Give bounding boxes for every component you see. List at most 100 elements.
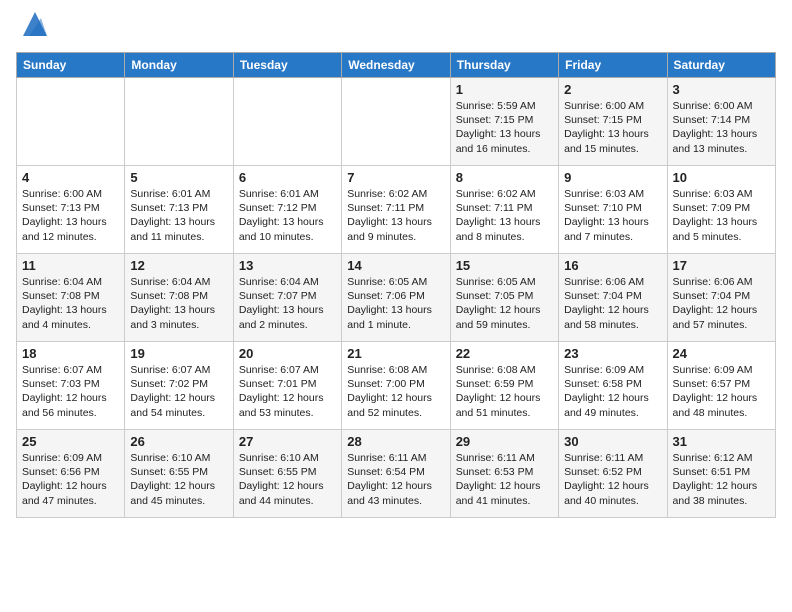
day-info: Sunrise: 6:07 AM <box>130 363 227 377</box>
day-info: Sunrise: 6:06 AM <box>564 275 661 289</box>
day-info: Daylight: 13 hours and 16 minutes. <box>456 127 553 155</box>
day-info: Daylight: 13 hours and 9 minutes. <box>347 215 444 243</box>
column-header-friday: Friday <box>559 53 667 78</box>
day-number: 5 <box>130 170 227 185</box>
day-number: 1 <box>456 82 553 97</box>
column-header-wednesday: Wednesday <box>342 53 450 78</box>
day-info: Sunrise: 6:10 AM <box>130 451 227 465</box>
day-number: 24 <box>673 346 770 361</box>
calendar-cell: 15Sunrise: 6:05 AMSunset: 7:05 PMDayligh… <box>450 254 558 342</box>
day-number: 8 <box>456 170 553 185</box>
day-info: Sunrise: 6:05 AM <box>347 275 444 289</box>
calendar-cell: 8Sunrise: 6:02 AMSunset: 7:11 PMDaylight… <box>450 166 558 254</box>
day-info: Daylight: 12 hours and 45 minutes. <box>130 479 227 507</box>
day-info: Sunset: 6:54 PM <box>347 465 444 479</box>
calendar-cell: 27Sunrise: 6:10 AMSunset: 6:55 PMDayligh… <box>233 430 341 518</box>
page-header <box>16 16 776 40</box>
day-info: Sunrise: 6:01 AM <box>130 187 227 201</box>
day-info: Sunrise: 6:07 AM <box>239 363 336 377</box>
day-info: Sunrise: 6:11 AM <box>347 451 444 465</box>
day-number: 9 <box>564 170 661 185</box>
calendar-cell: 18Sunrise: 6:07 AMSunset: 7:03 PMDayligh… <box>17 342 125 430</box>
day-info: Sunrise: 6:00 AM <box>22 187 119 201</box>
day-number: 7 <box>347 170 444 185</box>
day-info: Daylight: 12 hours and 41 minutes. <box>456 479 553 507</box>
day-number: 16 <box>564 258 661 273</box>
day-info: Sunrise: 6:01 AM <box>239 187 336 201</box>
column-header-sunday: Sunday <box>17 53 125 78</box>
calendar-cell: 2Sunrise: 6:00 AMSunset: 7:15 PMDaylight… <box>559 78 667 166</box>
day-info: Daylight: 13 hours and 11 minutes. <box>130 215 227 243</box>
calendar-cell: 29Sunrise: 6:11 AMSunset: 6:53 PMDayligh… <box>450 430 558 518</box>
day-info: Daylight: 13 hours and 13 minutes. <box>673 127 770 155</box>
day-info: Sunset: 7:15 PM <box>456 113 553 127</box>
day-info: Daylight: 12 hours and 57 minutes. <box>673 303 770 331</box>
day-info: Daylight: 12 hours and 59 minutes. <box>456 303 553 331</box>
calendar-cell: 31Sunrise: 6:12 AMSunset: 6:51 PMDayligh… <box>667 430 775 518</box>
column-header-monday: Monday <box>125 53 233 78</box>
day-number: 10 <box>673 170 770 185</box>
calendar-cell: 16Sunrise: 6:06 AMSunset: 7:04 PMDayligh… <box>559 254 667 342</box>
week-row-1: 1Sunrise: 5:59 AMSunset: 7:15 PMDaylight… <box>17 78 776 166</box>
day-info: Daylight: 12 hours and 53 minutes. <box>239 391 336 419</box>
day-info: Sunset: 6:58 PM <box>564 377 661 391</box>
calendar-header-row: SundayMondayTuesdayWednesdayThursdayFrid… <box>17 53 776 78</box>
day-info: Sunrise: 6:04 AM <box>22 275 119 289</box>
day-info: Sunrise: 6:06 AM <box>673 275 770 289</box>
day-info: Sunset: 7:08 PM <box>130 289 227 303</box>
day-info: Sunset: 6:55 PM <box>130 465 227 479</box>
day-info: Daylight: 13 hours and 12 minutes. <box>22 215 119 243</box>
day-info: Sunset: 6:56 PM <box>22 465 119 479</box>
day-info: Daylight: 12 hours and 52 minutes. <box>347 391 444 419</box>
calendar-cell: 10Sunrise: 6:03 AMSunset: 7:09 PMDayligh… <box>667 166 775 254</box>
day-info: Sunset: 7:07 PM <box>239 289 336 303</box>
day-info: Sunset: 7:03 PM <box>22 377 119 391</box>
column-header-thursday: Thursday <box>450 53 558 78</box>
day-number: 6 <box>239 170 336 185</box>
calendar-cell: 5 Sunrise: 6:01 AMSunset: 7:13 PMDaylight… <box>125 166 233 254</box>
day-info: Daylight: 13 hours and 1 minute. <box>347 303 444 331</box>
day-number: 12 <box>130 258 227 273</box>
calendar-table: SundayMondayTuesdayWednesdayThursdayFrid… <box>16 52 776 518</box>
calendar-cell <box>125 78 233 166</box>
day-info: Daylight: 13 hours and 7 minutes. <box>564 215 661 243</box>
calendar-cell: 9Sunrise: 6:03 AMSunset: 7:10 PMDaylight… <box>559 166 667 254</box>
day-number: 13 <box>239 258 336 273</box>
day-number: 27 <box>239 434 336 449</box>
day-info: Sunrise: 5:59 AM <box>456 99 553 113</box>
day-info: Sunrise: 6:05 AM <box>456 275 553 289</box>
day-number: 17 <box>673 258 770 273</box>
day-number: 23 <box>564 346 661 361</box>
day-info: Sunset: 7:04 PM <box>673 289 770 303</box>
calendar-cell: 23Sunrise: 6:09 AMSunset: 6:58 PMDayligh… <box>559 342 667 430</box>
day-info: Sunrise: 6:09 AM <box>22 451 119 465</box>
day-info: Sunset: 7:06 PM <box>347 289 444 303</box>
day-info: Daylight: 12 hours and 44 minutes. <box>239 479 336 507</box>
day-info: Sunrise: 6:00 AM <box>564 99 661 113</box>
day-info: Sunrise: 6:07 AM <box>22 363 119 377</box>
day-info: Sunset: 7:11 PM <box>347 201 444 215</box>
day-info: Daylight: 13 hours and 10 minutes. <box>239 215 336 243</box>
day-info: Sunrise: 6:04 AM <box>130 275 227 289</box>
day-info: Sunset: 7:04 PM <box>564 289 661 303</box>
day-info: Daylight: 12 hours and 54 minutes. <box>130 391 227 419</box>
day-info: Sunset: 7:08 PM <box>22 289 119 303</box>
calendar-cell: 12Sunrise: 6:04 AMSunset: 7:08 PMDayligh… <box>125 254 233 342</box>
day-number: 3 <box>673 82 770 97</box>
week-row-4: 18Sunrise: 6:07 AMSunset: 7:03 PMDayligh… <box>17 342 776 430</box>
calendar-cell: 17 Sunrise: 6:06 AMSunset: 7:04 PMDayligh… <box>667 254 775 342</box>
day-info: Daylight: 13 hours and 8 minutes. <box>456 215 553 243</box>
day-number: 28 <box>347 434 444 449</box>
week-row-5: 25Sunrise: 6:09 AMSunset: 6:56 PMDayligh… <box>17 430 776 518</box>
week-row-3: 11Sunrise: 6:04 AMSunset: 7:08 PMDayligh… <box>17 254 776 342</box>
day-info: Sunset: 6:59 PM <box>456 377 553 391</box>
calendar-cell <box>233 78 341 166</box>
day-number: 2 <box>564 82 661 97</box>
day-info: Sunset: 7:12 PM <box>239 201 336 215</box>
calendar-cell: 28Sunrise: 6:11 AMSunset: 6:54 PMDayligh… <box>342 430 450 518</box>
day-number: 21 <box>347 346 444 361</box>
calendar-cell: 7Sunrise: 6:02 AMSunset: 7:11 PMDaylight… <box>342 166 450 254</box>
calendar-cell: 24Sunrise: 6:09 AMSunset: 6:57 PMDayligh… <box>667 342 775 430</box>
day-info: Sunset: 7:10 PM <box>564 201 661 215</box>
day-info: Sunset: 7:13 PM <box>130 201 227 215</box>
